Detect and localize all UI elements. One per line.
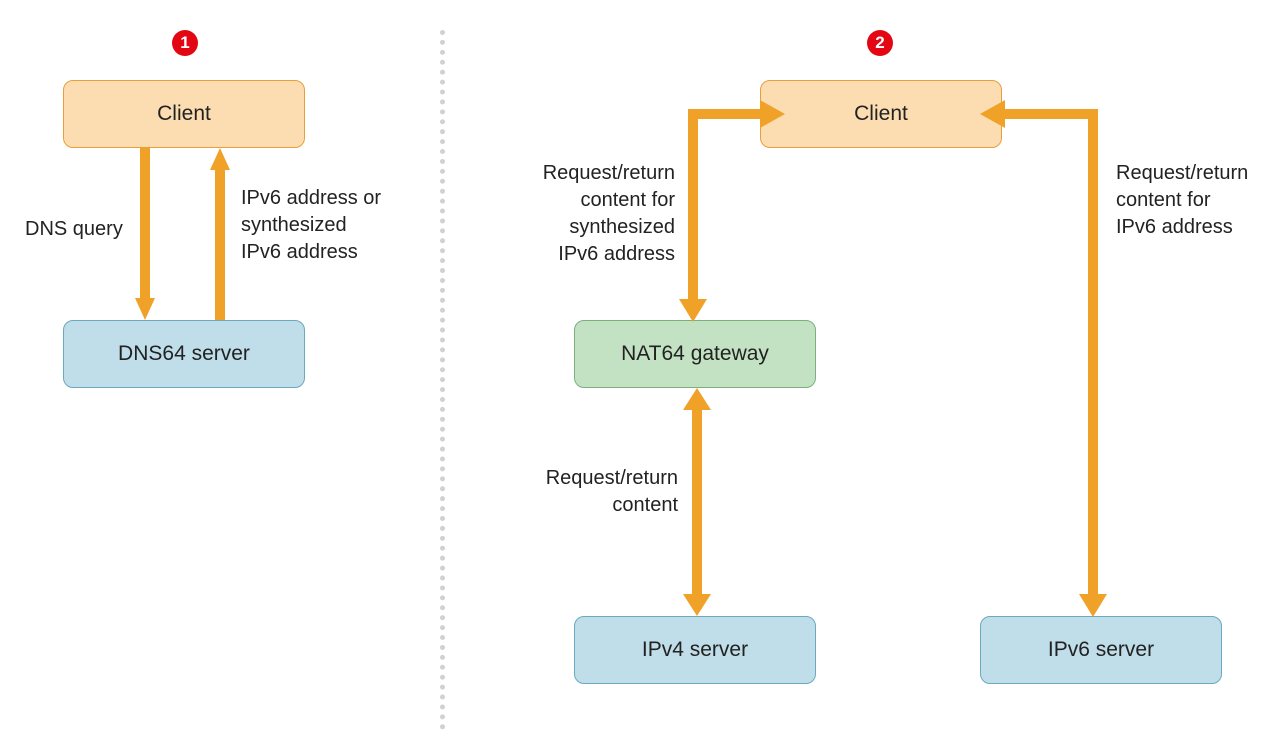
- panel-divider: [440, 30, 445, 730]
- arrow-client-ipv6: [980, 100, 1120, 620]
- label-synthesized-flow: Request/return content for synthesized I…: [520, 160, 675, 268]
- arrow-nat64-ipv4: [683, 388, 711, 616]
- label-ipv6-address: IPv6 address or synthesized IPv6 address: [241, 185, 381, 266]
- arrow-dns64-to-client: [210, 148, 230, 320]
- box-client-2: Client: [760, 80, 1002, 148]
- badge-step-1: 1: [172, 30, 198, 56]
- box-dns64-server: DNS64 server: [63, 320, 305, 388]
- badge-step-2: 2: [867, 30, 893, 56]
- label-dns-query: DNS query: [25, 216, 123, 243]
- label-req-return-content: Request/return content: [543, 465, 678, 519]
- arrow-client-nat64: [670, 100, 790, 325]
- label-ipv6-flow: Request/return content for IPv6 address: [1116, 160, 1248, 241]
- box-nat64-gateway: NAT64 gateway: [574, 320, 816, 388]
- box-ipv6-server: IPv6 server: [980, 616, 1222, 684]
- box-ipv4-server: IPv4 server: [574, 616, 816, 684]
- box-client-1: Client: [63, 80, 305, 148]
- arrow-client-to-dns64: [135, 148, 155, 320]
